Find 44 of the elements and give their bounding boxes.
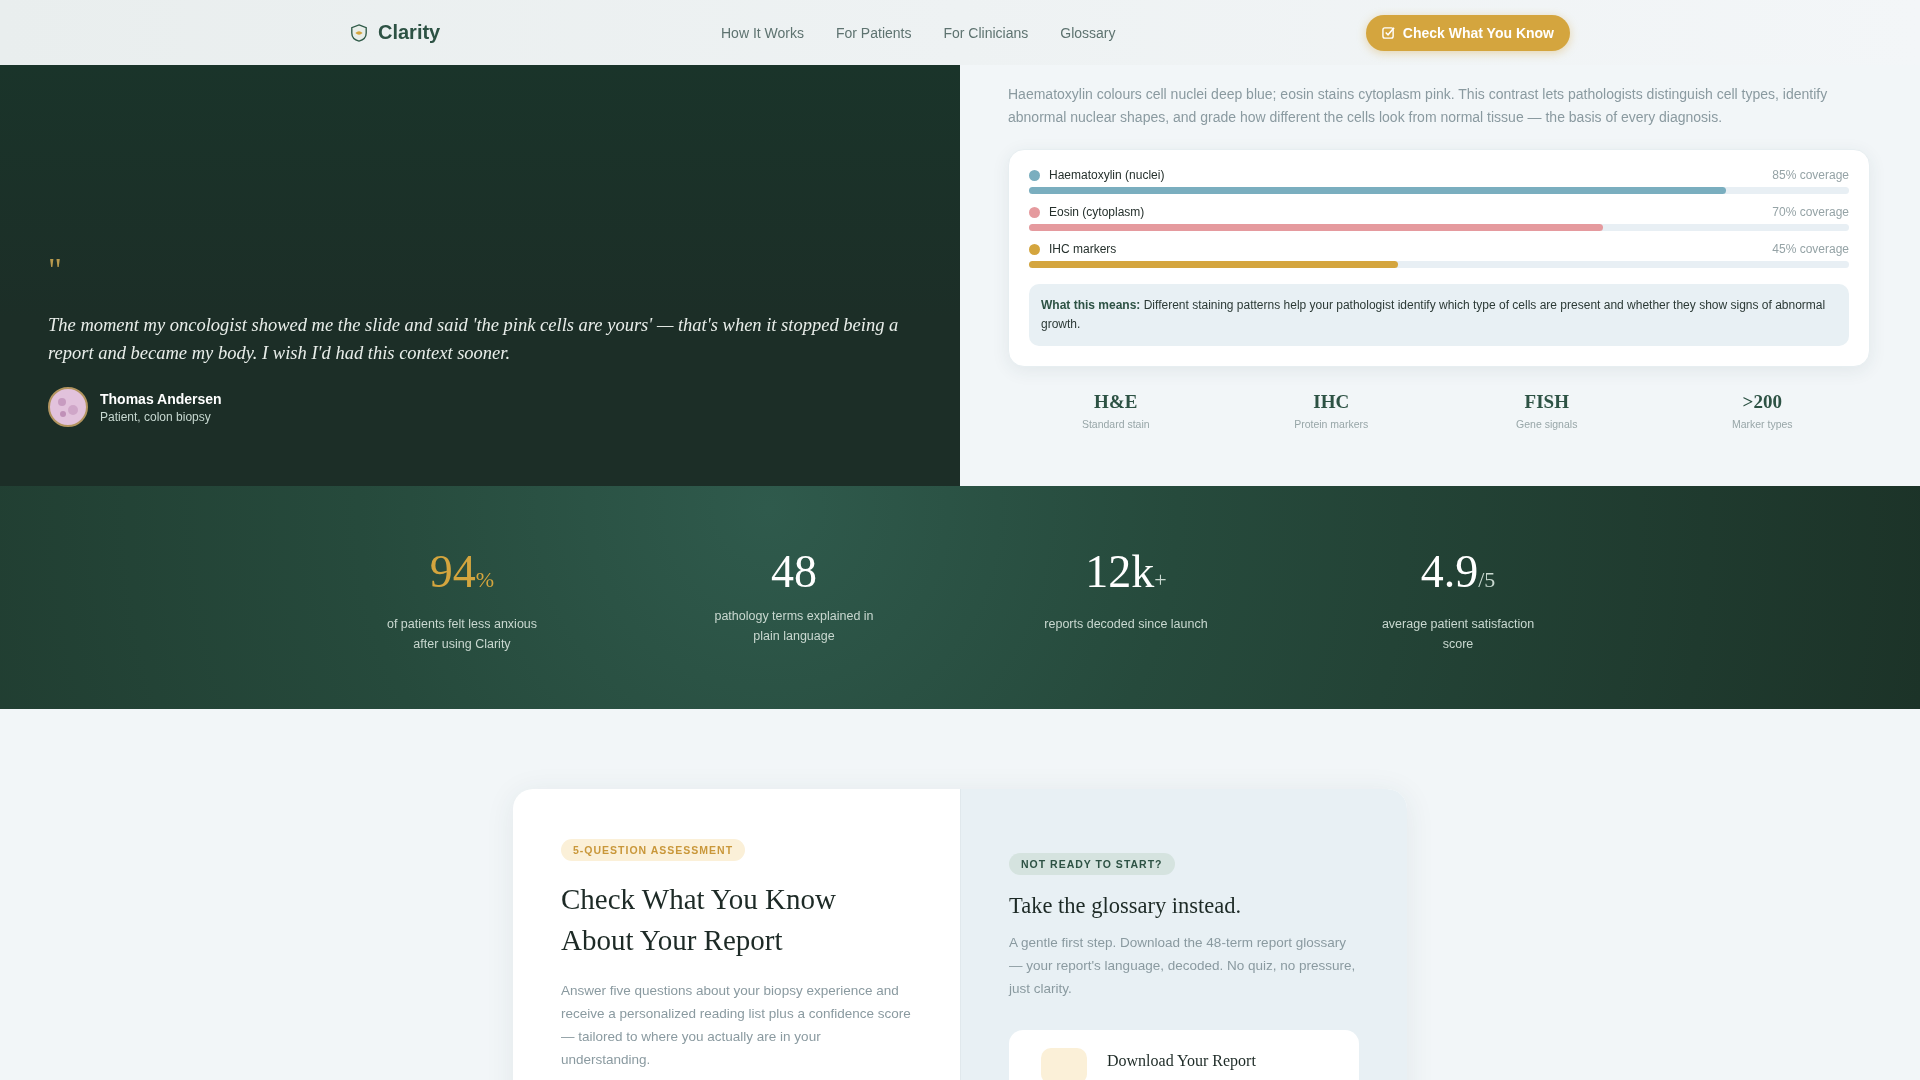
stain-name: Haematoxylin (nuclei) [1049, 168, 1165, 182]
coverage-reading: 45% coverage [1772, 242, 1849, 256]
glossary-description: A gentle first step. Download the 48-term report glossary — your report's language, decoded. No quiz, no pressure, just clarity. [1009, 934, 1357, 998]
glossary-badge: NOT READY TO START? [1009, 853, 1175, 875]
avatar [48, 387, 88, 427]
method-label: Standard stain [1080, 418, 1151, 430]
method-label: Marker types [1730, 418, 1794, 430]
brand-name[interactable]: Clarity [378, 21, 441, 44]
quote-mark: " [48, 255, 63, 289]
method-name: FISH [1523, 391, 1570, 413]
coverage-reading: 85% coverage [1772, 168, 1849, 182]
stat-label: pathology terms explained in plain language [714, 608, 874, 645]
author-role: Patient, colon biopsy [100, 409, 212, 424]
nav-link[interactable]: For Clinicians [943, 24, 1029, 41]
assessment-description: Answer five questions about your biopsy experience and receive a personalized reading list plus a confidence score — tailored to where you actually are in your understanding. [561, 982, 912, 1069]
stat-label: average patient satisfaction score [1380, 616, 1536, 653]
stat-value: 4.9/5 [1419, 546, 1497, 599]
stain-description: Haematoxylin colours cell nuclei deep blue; eosin stains cytoplasm pink. This contrast lets pathologists distinguish cell types, identify abnormal nuclear shapes, and grade how different the cells look from normal tissue — the basis of every diagnosis. [1008, 85, 1829, 127]
glossary-title: Take the glossary instead. [1009, 893, 1243, 919]
nav-link[interactable]: How It Works [721, 24, 804, 41]
method-name: >200 [1741, 391, 1783, 413]
stat-value: 12k+ [1084, 546, 1168, 599]
stat-value: 94% [428, 546, 496, 599]
assessment-badge: 5-QUESTION ASSESSMENT [561, 839, 746, 861]
nav-link[interactable]: For Patients [836, 24, 912, 41]
checkbox-icon [1381, 26, 1395, 39]
method-label: Gene signals [1515, 418, 1579, 430]
coverage-reading: 70% coverage [1772, 205, 1849, 219]
testimonial-quote: The moment my oncologist showed me the slide and said 'the pink cells are yours' — that's when it stopped being a report and became my body. I wish I'd had this context sooner. [48, 314, 900, 365]
nav-link[interactable]: Glossary [1060, 24, 1116, 41]
explanation-note: What this means: Different staining patterns help your pathologist identify which type of cells are present and whether they show signs of abnormal growth. [1029, 284, 1849, 346]
stat-value: 48 [770, 546, 818, 598]
shield-logo-icon [350, 23, 368, 42]
stat-label: of patients felt less anxious after using Clarity [385, 616, 539, 653]
author-name: Thomas Andersen [100, 390, 222, 407]
stain-name: IHC markers [1049, 242, 1117, 256]
assessment-title: Check What You Know About Your Report [561, 882, 837, 958]
download-card[interactable]: Download Your Report [1009, 1030, 1359, 1080]
download-title: Download Your Report [1107, 1052, 1256, 1069]
stain-name: Eosin (cytoplasm) [1049, 205, 1145, 219]
method-label: Protein markers [1293, 418, 1370, 430]
method-name: IHC [1312, 391, 1351, 413]
method-name: H&E [1093, 391, 1139, 413]
stat-label: reports decoded since launch [1043, 616, 1209, 633]
